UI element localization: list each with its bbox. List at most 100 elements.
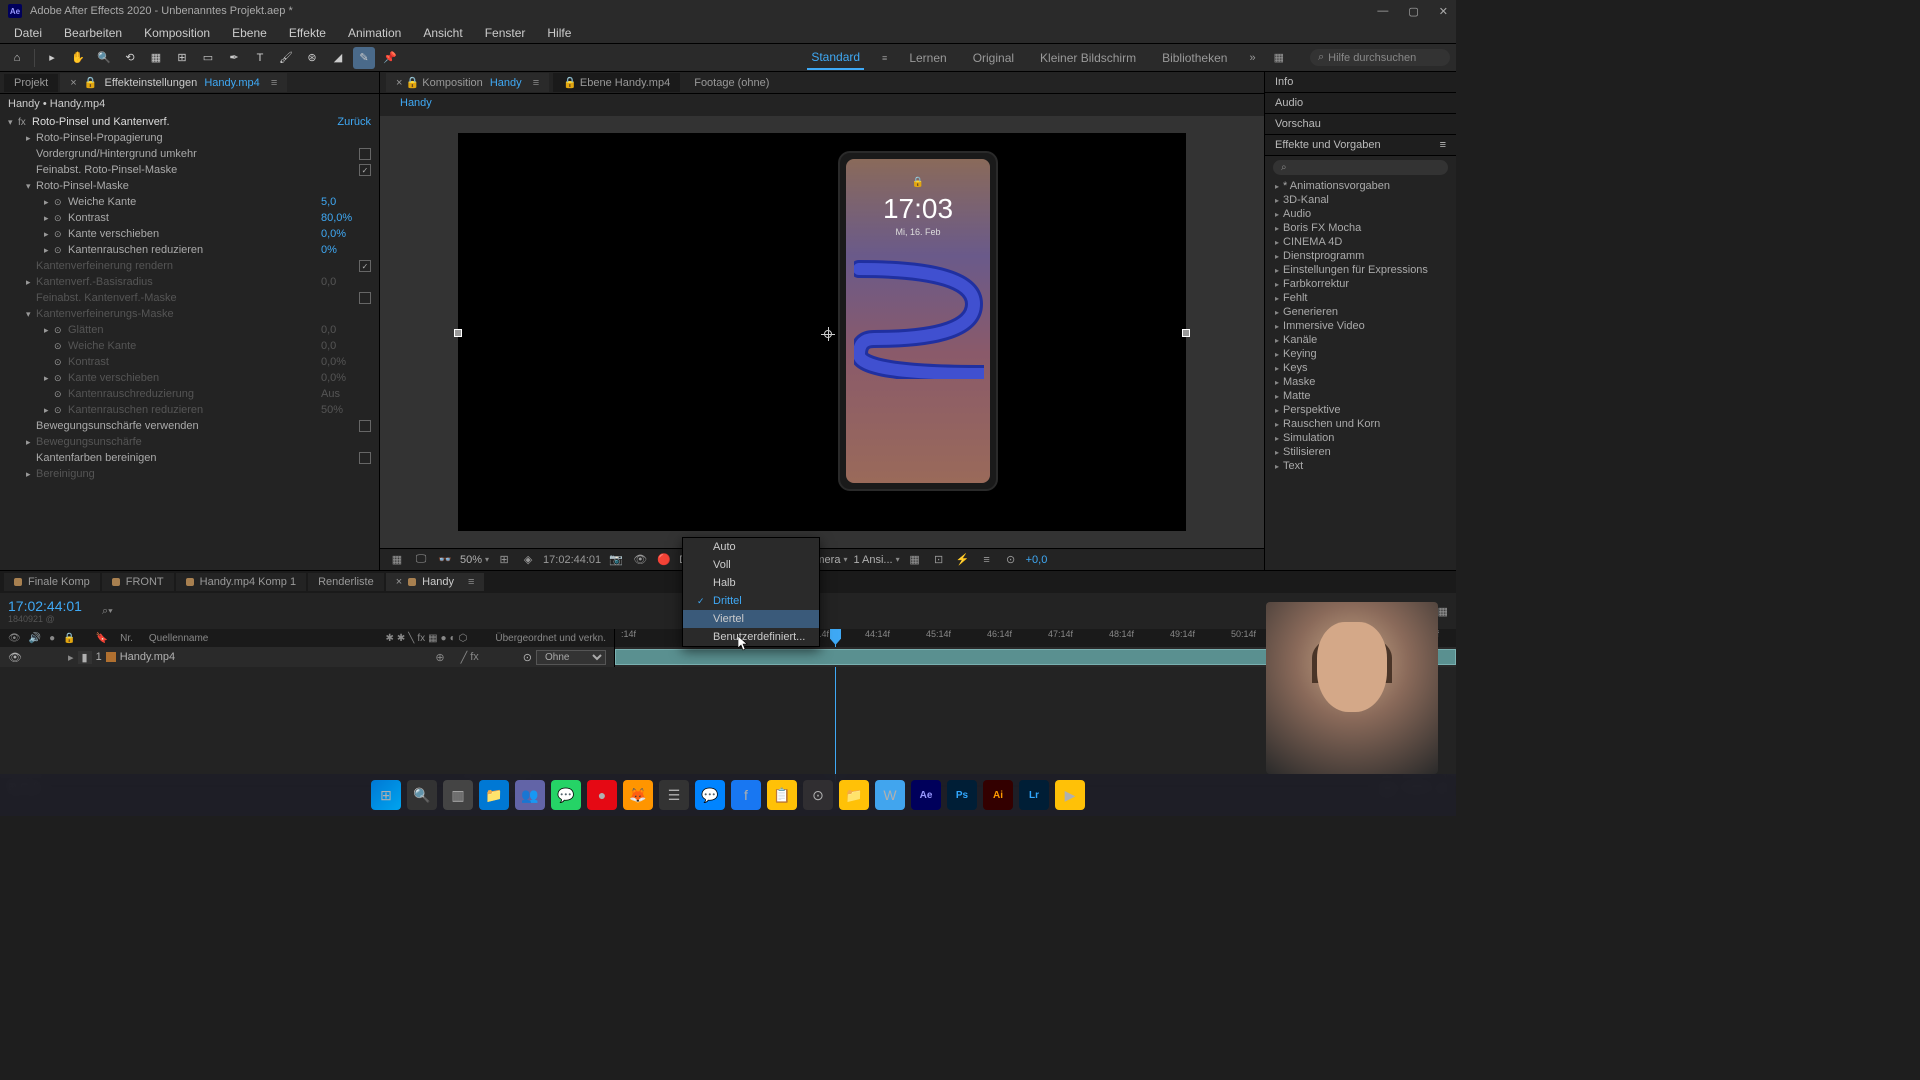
panel-audio[interactable]: Audio [1265, 93, 1456, 114]
effect-property-row[interactable]: ▸⊙Kante verschieben0,0% [0, 226, 379, 242]
app-icon[interactable]: ☰ [659, 780, 689, 810]
tab-layer[interactable]: 🔒 Ebene Handy.mp4 [553, 73, 680, 92]
effects-search[interactable]: ⌕ [1273, 160, 1448, 175]
type-tool[interactable]: T [249, 47, 271, 69]
stopwatch-icon[interactable]: ⊙ [54, 389, 68, 400]
after-effects-icon[interactable]: Ae [911, 780, 941, 810]
effect-property-row[interactable]: ▸⊙Kantenrauschen reduzieren0% [0, 242, 379, 258]
app-icon[interactable]: ● [587, 780, 617, 810]
menu-ebene[interactable]: Ebene [222, 24, 277, 42]
effect-property-row[interactable]: Feinabst. Roto-Pinsel-Maske✓ [0, 162, 379, 178]
lock-column-icon[interactable]: 🔒 [63, 633, 75, 644]
effect-category[interactable]: ▸Text [1265, 459, 1456, 473]
views-dropdown[interactable]: 1 Ansi...▾ [853, 554, 899, 566]
brush-tool[interactable]: 🖌 [275, 47, 297, 69]
effect-category[interactable]: ▸Maske [1265, 375, 1456, 389]
fx-icon[interactable]: fx [18, 117, 32, 128]
res-auto[interactable]: Auto [683, 538, 819, 556]
effect-property-row[interactable]: Vordergrund/Hintergrund umkehr [0, 146, 379, 162]
effect-property-row[interactable]: ▸Bereinigung [0, 466, 379, 482]
eye-toggle[interactable]: 👁 [8, 651, 22, 664]
stopwatch-icon[interactable]: ⊙ [54, 213, 68, 224]
effect-property-row[interactable]: ▸Bewegungsunschärfe [0, 434, 379, 450]
zoom-tool[interactable]: 🔍 [93, 47, 115, 69]
rotate-tool[interactable]: ⟲ [119, 47, 141, 69]
workspace-original[interactable]: Original [969, 47, 1018, 69]
menu-animation[interactable]: Animation [338, 24, 411, 42]
effect-property-row[interactable]: ▸⊙Kante verschieben0,0% [0, 370, 379, 386]
parent-dropdown[interactable]: Ohne [536, 650, 606, 665]
eraser-tool[interactable]: ◢ [327, 47, 349, 69]
effect-property-row[interactable]: ▸⊙Glätten0,0 [0, 322, 379, 338]
effect-property-row[interactable]: Kantenverfeinerung rendern✓ [0, 258, 379, 274]
panel-info[interactable]: Info [1265, 72, 1456, 93]
anchor-point[interactable] [821, 327, 835, 341]
tab-footage[interactable]: Footage (ohne) [684, 74, 779, 92]
obs-icon[interactable]: ⊙ [803, 780, 833, 810]
effect-property-row[interactable]: Kantenfarben bereinigen [0, 450, 379, 466]
tl-tab-handy-komp[interactable]: Handy.mp4 Komp 1 [176, 573, 306, 591]
effect-category[interactable]: ▸3D-Kanal [1265, 193, 1456, 207]
effect-category[interactable]: ▸CINEMA 4D [1265, 235, 1456, 249]
effect-category[interactable]: ▸Simulation [1265, 431, 1456, 445]
workspace-bibliotheken[interactable]: Bibliotheken [1158, 47, 1231, 69]
effect-category[interactable]: ▸Einstellungen für Expressions [1265, 263, 1456, 277]
panel-menu-icon[interactable]: ≡ [1440, 139, 1446, 151]
selection-tool[interactable]: ▸ [41, 47, 63, 69]
effect-property-row[interactable]: ▾Kantenverfeinerungs-Maske [0, 306, 379, 322]
stopwatch-icon[interactable]: ⊙ [54, 245, 68, 256]
stopwatch-icon[interactable]: ⊙ [54, 325, 68, 336]
exposure-value[interactable]: +0,0 [1026, 554, 1048, 566]
tl-tab-finale[interactable]: Finale Komp [4, 573, 100, 591]
timeline-search-icon[interactable]: ⌕▾ [102, 605, 113, 618]
effect-property-row[interactable]: ▾Roto-Pinsel-Maske [0, 178, 379, 194]
effect-property-row[interactable]: Feinabst. Kantenverf.-Maske [0, 290, 379, 306]
teams-icon[interactable]: 👥 [515, 780, 545, 810]
res-halb[interactable]: Halb [683, 574, 819, 592]
effect-category[interactable]: ▸Keys [1265, 361, 1456, 375]
property-value[interactable]: 0,0 [321, 340, 371, 352]
explorer-icon[interactable]: 📁 [479, 780, 509, 810]
audio-column-icon[interactable]: 🔊 [29, 633, 41, 644]
timecode[interactable]: 17:02:44:01 [543, 554, 601, 566]
camera-tool[interactable]: ▦ [145, 47, 167, 69]
timeline-icon[interactable]: ≡ [978, 554, 996, 566]
menu-datei[interactable]: Datei [4, 24, 52, 42]
tab-comp[interactable]: × 🔒 Komposition Handy ≡ [386, 73, 549, 92]
pixel-aspect-icon[interactable]: ⊡ [930, 553, 948, 566]
tab-effekteinstellungen[interactable]: × 🔒 Effekteinstellungen Handy.mp4 ≡ [60, 73, 287, 92]
panel-effekte-vorgaben[interactable]: Effekte und Vorgaben≡ [1265, 135, 1456, 156]
res-voll[interactable]: Voll [683, 556, 819, 574]
close-button[interactable]: ✕ [1439, 5, 1448, 18]
menu-hilfe[interactable]: Hilfe [537, 24, 581, 42]
effect-category[interactable]: ▸Fehlt [1265, 291, 1456, 305]
roto-brush-tool[interactable]: ✎ [353, 47, 375, 69]
tl-tab-renderliste[interactable]: Renderliste [308, 573, 384, 591]
home-tool[interactable]: ⌂ [6, 47, 28, 69]
snapshot-icon[interactable]: 📷 [607, 553, 625, 566]
checkbox[interactable]: ✓ [359, 164, 371, 176]
checkbox[interactable] [359, 452, 371, 464]
property-value[interactable]: 80,0% [321, 212, 371, 224]
stopwatch-icon[interactable]: ⊙ [54, 341, 68, 352]
eye-column-icon[interactable]: 👁 [8, 633, 21, 644]
effect-category[interactable]: ▸Generieren [1265, 305, 1456, 319]
property-value[interactable]: 5,0 [321, 196, 371, 208]
pickwhip-icon[interactable]: ⊙ [523, 651, 532, 664]
effect-property-row[interactable]: ▸Roto-Pinsel-Propagierung [0, 130, 379, 146]
workspace-more-icon[interactable]: » [1249, 52, 1255, 64]
tl-tab-front[interactable]: FRONT [102, 573, 174, 591]
fast-preview-icon[interactable]: ⚡ [954, 553, 972, 566]
menu-effekte[interactable]: Effekte [279, 24, 336, 42]
task-view-button[interactable]: ▥ [443, 780, 473, 810]
layer-name[interactable]: Handy.mp4 [120, 651, 175, 663]
menu-komposition[interactable]: Komposition [134, 24, 220, 42]
grid-icon[interactable]: ⊞ [495, 553, 513, 566]
property-value[interactable]: 50% [321, 404, 371, 416]
timeline-timecode[interactable]: 17:02:44:01 [8, 598, 82, 614]
channel-icon[interactable]: ◈ [519, 553, 537, 566]
stopwatch-icon[interactable]: ⊙ [54, 373, 68, 384]
start-button[interactable]: ⊞ [371, 780, 401, 810]
magnification-icon[interactable]: ▦ [388, 553, 406, 566]
property-value[interactable]: 0,0 [321, 324, 371, 336]
